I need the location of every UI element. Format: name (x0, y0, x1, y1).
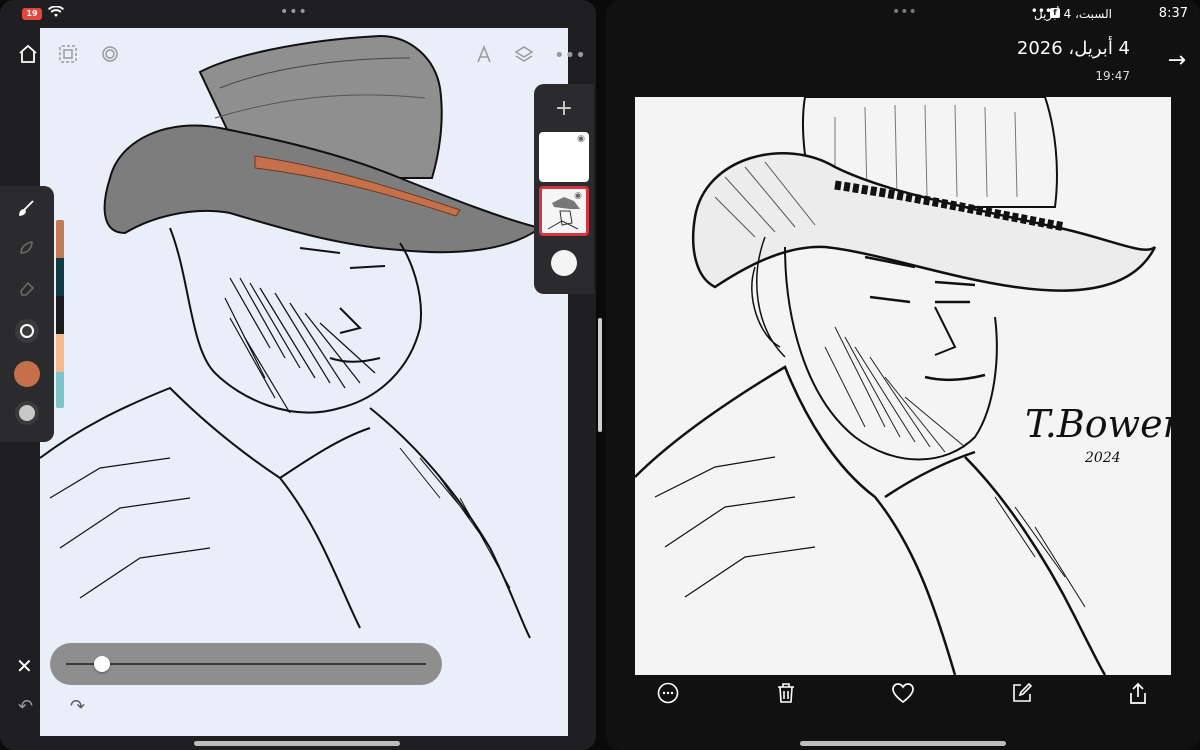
photo-date: 4 أبريل، 2026 (1016, 38, 1130, 59)
add-layer-button[interactable]: + (534, 96, 594, 121)
swatch[interactable] (56, 334, 64, 372)
delete-icon[interactable] (772, 682, 800, 710)
more-icon[interactable] (654, 682, 682, 710)
color-palette (56, 220, 64, 408)
opacity-icon[interactable] (13, 400, 41, 428)
transform-icon[interactable] (98, 44, 122, 68)
canvas-top-toolbar: ••• (0, 28, 596, 84)
brush-slider[interactable] (50, 643, 442, 685)
photo-actions-bar (606, 672, 1200, 720)
gallery-app: ••• 8:37 السبت، 4 أبريل f ••• 4 أبريل، 2… (606, 0, 1200, 750)
swatch[interactable] (56, 372, 64, 408)
sketch-drawing (40, 34, 543, 639)
edit-icon[interactable] (1008, 682, 1036, 710)
color-icon[interactable] (13, 360, 41, 388)
share-icon[interactable] (1124, 682, 1152, 710)
ruler-icon[interactable] (472, 44, 496, 68)
home-indicator[interactable] (800, 741, 1006, 746)
eraser-icon[interactable] (13, 278, 41, 306)
smudge-icon[interactable] (13, 238, 41, 266)
battery-indicator: 19 (22, 8, 42, 20)
multiwindow-handle[interactable]: ••• (892, 4, 917, 20)
multiwindow-handle[interactable]: ••• (280, 4, 308, 20)
artist-signature: T.Bowen (1025, 402, 1171, 446)
home-indicator[interactable] (194, 741, 400, 746)
slider-knob[interactable] (93, 656, 110, 672)
swatch[interactable] (56, 296, 64, 334)
layers-icon[interactable] (512, 44, 536, 68)
tool-panel (0, 186, 54, 442)
home-icon[interactable] (16, 44, 40, 68)
photo-time: 19:47 (1095, 69, 1130, 83)
drawing-canvas[interactable] (40, 28, 568, 736)
notifications-more-icon: ••• (1030, 4, 1052, 18)
brush-size-icon[interactable] (13, 318, 41, 346)
status-bar-left: 19 ••• (0, 0, 596, 28)
brush-icon[interactable] (13, 198, 41, 226)
layer-thumbnail[interactable]: ◉ (539, 132, 589, 182)
drawing-app: 19 ••• ••• + ◉ ◉ ✕ ↶ ↷ (0, 0, 596, 750)
split-screen: 19 ••• ••• + ◉ ◉ ✕ ↶ ↷ ••• 8:37 السبت، 4… (0, 0, 1200, 750)
split-divider[interactable] (598, 318, 602, 432)
favorite-icon[interactable] (889, 682, 917, 710)
layer-thumbnail-selected[interactable]: ◉ (539, 186, 589, 236)
signature-year: 2024 (1084, 450, 1121, 466)
reference-photo[interactable]: T.Bowen 2024 (635, 97, 1171, 675)
more-icon[interactable]: ••• (554, 44, 586, 68)
visibility-icon[interactable]: ◉ (574, 191, 582, 201)
undo-icon[interactable]: ↶ (18, 696, 33, 717)
redo-icon[interactable]: ↷ (70, 696, 85, 717)
reference-sketch: T.Bowen 2024 (635, 97, 1171, 675)
back-arrow-icon[interactable]: → (1168, 48, 1186, 73)
status-time: 8:37 (1158, 6, 1188, 21)
visibility-icon[interactable]: ◉ (577, 134, 585, 144)
selection-icon[interactable] (56, 44, 80, 68)
slider-track (66, 663, 426, 665)
wifi-icon (48, 5, 64, 22)
close-icon[interactable]: ✕ (16, 654, 33, 678)
layer-color-indicator[interactable] (551, 250, 577, 276)
swatch[interactable] (56, 258, 64, 296)
layers-panel: + ◉ ◉ (534, 84, 594, 294)
swatch[interactable] (56, 220, 64, 258)
